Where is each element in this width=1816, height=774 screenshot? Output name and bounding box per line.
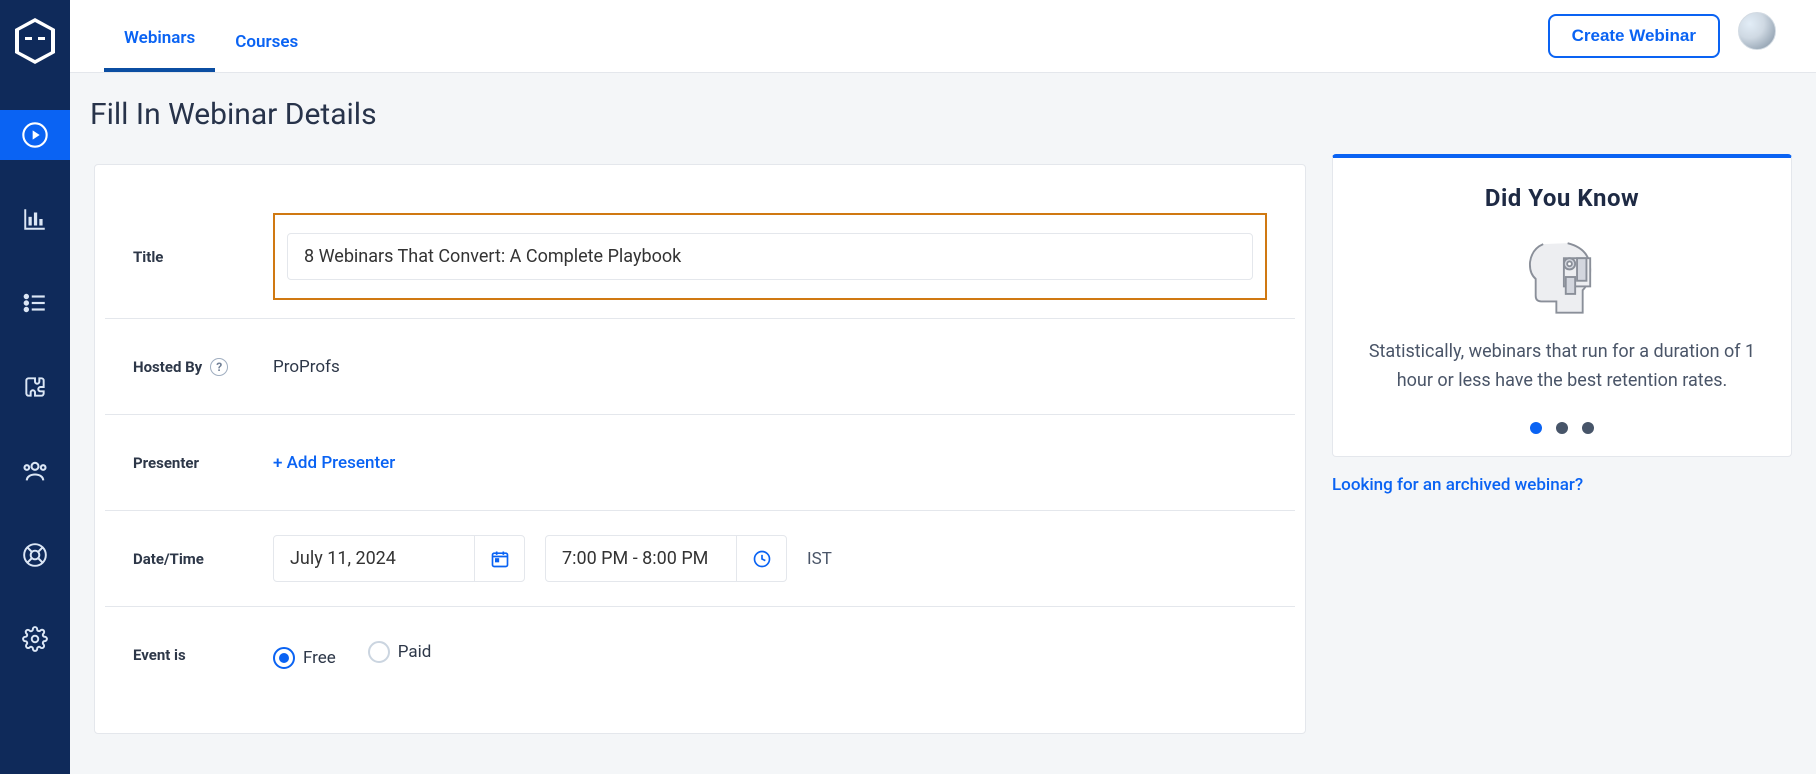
event-free-radio[interactable]: Free (273, 647, 336, 669)
clock-icon[interactable] (736, 536, 786, 581)
nav-puzzle-icon[interactable] (0, 362, 70, 412)
date-value: July 11, 2024 (274, 536, 474, 581)
webinar-details-card: Title Hosted By ? ProProfs (94, 164, 1306, 734)
app-logo[interactable] (0, 16, 70, 66)
nav-analytics-icon[interactable] (0, 194, 70, 244)
datetime-label: Date/Time (133, 550, 253, 568)
title-label: Title (133, 248, 253, 266)
aside-panel: Did You Know Statistically, webinars tha… (1332, 154, 1792, 495)
carousel-dot-2[interactable] (1556, 422, 1568, 434)
nav-settings-icon[interactable] (0, 614, 70, 664)
event-is-label: Event is (133, 646, 253, 664)
archived-webinar-link[interactable]: Looking for an archived webinar? (1332, 475, 1583, 495)
event-paid-radio[interactable]: Paid (368, 641, 432, 663)
avatar[interactable] (1738, 12, 1776, 50)
page-title: Fill In Webinar Details (70, 73, 1816, 132)
tip-heading: Did You Know (1359, 184, 1765, 212)
head-gears-icon (1515, 230, 1609, 324)
nav-lifebuoy-icon[interactable] (0, 530, 70, 580)
topbar: Webinars Courses Create Webinar (70, 0, 1816, 73)
sidebar (0, 0, 70, 774)
timezone-label: IST (807, 549, 832, 569)
carousel-dot-3[interactable] (1582, 422, 1594, 434)
add-presenter-link[interactable]: + Add Presenter (273, 453, 395, 473)
title-input[interactable] (287, 233, 1253, 280)
help-icon[interactable]: ? (210, 358, 228, 376)
tab-webinars[interactable]: Webinars (104, 4, 215, 72)
time-input[interactable]: 7:00 PM - 8:00 PM (545, 535, 787, 582)
hosted-by-label: Hosted By ? (133, 358, 253, 376)
tip-card: Did You Know Statistically, webinars tha… (1332, 154, 1792, 457)
calendar-icon[interactable] (474, 536, 524, 581)
tip-body: Statistically, webinars that run for a d… (1365, 338, 1759, 396)
nav-play-icon[interactable] (0, 110, 70, 160)
tab-courses[interactable]: Courses (215, 8, 318, 72)
presenter-label: Presenter (133, 454, 253, 472)
carousel-dot-1[interactable] (1530, 422, 1542, 434)
time-value: 7:00 PM - 8:00 PM (546, 536, 736, 581)
radio-unchecked-icon (368, 641, 390, 663)
title-highlight-frame (273, 213, 1267, 300)
carousel-dots (1359, 422, 1765, 434)
nav-list-icon[interactable] (0, 278, 70, 328)
radio-checked-icon (273, 647, 295, 669)
date-input[interactable]: July 11, 2024 (273, 535, 525, 582)
nav-users-icon[interactable] (0, 446, 70, 496)
hosted-by-value: ProProfs (273, 357, 340, 377)
create-webinar-button[interactable]: Create Webinar (1548, 14, 1720, 58)
